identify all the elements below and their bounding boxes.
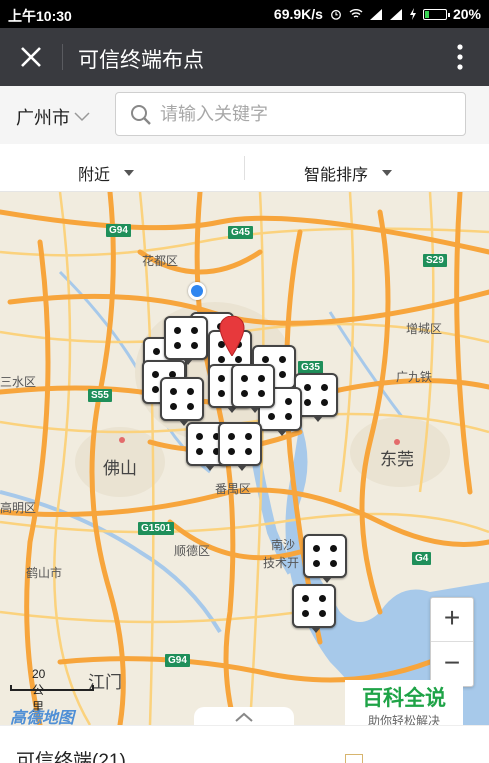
road-shield: G1501 bbox=[138, 522, 175, 535]
dropdown-triangle-icon bbox=[124, 170, 135, 176]
dropdown-triangle-icon bbox=[382, 170, 393, 176]
terminal-marker[interactable] bbox=[231, 364, 275, 413]
title-divider bbox=[62, 44, 63, 70]
map-label: 三水区 bbox=[0, 375, 37, 389]
chevron-up-icon bbox=[235, 712, 253, 722]
more-vertical-icon[interactable] bbox=[457, 44, 463, 70]
map-label: 南沙 bbox=[271, 538, 296, 552]
map-label: 技术开 bbox=[263, 556, 300, 570]
search-input[interactable] bbox=[160, 101, 450, 127]
page-title: 可信终端布点 bbox=[78, 49, 204, 72]
filter-divider bbox=[244, 156, 245, 180]
map-label: 东莞 bbox=[380, 450, 414, 469]
watermark-subtitle: 助你轻松解决 bbox=[367, 714, 440, 725]
terminal-list-title: 可信终端(21) bbox=[16, 751, 126, 763]
terminal-marker[interactable] bbox=[303, 534, 347, 583]
map-label: 广九铁 bbox=[396, 370, 433, 384]
search-row: 广州市 bbox=[0, 86, 489, 144]
terminal-marker[interactable] bbox=[164, 316, 208, 365]
close-icon[interactable] bbox=[18, 44, 44, 70]
status-right: 69.9K/s 20% bbox=[274, 6, 481, 22]
zoom-control: + − bbox=[430, 597, 474, 687]
map-label: 鹤山市 bbox=[26, 566, 63, 580]
terminal-marker[interactable] bbox=[292, 584, 336, 633]
watermark-title: 百科全说 bbox=[362, 687, 446, 710]
road-shield: G4 bbox=[412, 552, 432, 565]
status-time: 上午10:30 bbox=[8, 8, 72, 24]
map-label: 顺德区 bbox=[174, 544, 211, 558]
filter-sort-label: 智能排序 bbox=[304, 167, 369, 184]
watermark: 百科全说 助你轻松解决 bbox=[345, 680, 463, 725]
terminal-list-header[interactable]: 可信终端(21) bbox=[0, 725, 489, 763]
chevron-down-icon bbox=[74, 112, 90, 122]
filter-nearby[interactable]: 附近 bbox=[78, 161, 135, 185]
terminal-marker[interactable] bbox=[218, 422, 262, 471]
map-label: 番禺区 bbox=[215, 482, 252, 496]
map-label: 高明区 bbox=[0, 501, 37, 515]
list-icon bbox=[345, 754, 363, 763]
expand-list-button[interactable] bbox=[194, 707, 294, 725]
signal-icon bbox=[389, 9, 402, 20]
title-bar: 可信终端布点 bbox=[0, 28, 489, 86]
battery-icon bbox=[422, 8, 450, 20]
map-label: 佛山 bbox=[103, 459, 137, 478]
city-label: 广州市 bbox=[16, 108, 70, 128]
road-shield: G94 bbox=[165, 654, 190, 667]
map-provider-logo: 高德地图 bbox=[10, 710, 75, 725]
city-selector[interactable]: 广州市 bbox=[16, 104, 90, 130]
map-label: 花都区 bbox=[142, 254, 179, 268]
zoom-in-button[interactable]: + bbox=[431, 598, 473, 642]
search-icon bbox=[131, 105, 151, 125]
road-shield: S55 bbox=[88, 389, 112, 402]
scale-bar bbox=[10, 685, 94, 691]
search-box[interactable] bbox=[115, 92, 466, 136]
filter-nearby-label: 附近 bbox=[78, 167, 111, 184]
road-shield: S29 bbox=[423, 254, 447, 267]
terminal-marker[interactable] bbox=[160, 377, 204, 426]
charging-icon bbox=[409, 8, 416, 20]
road-shield: G45 bbox=[228, 226, 253, 239]
network-speed: 69.9K/s bbox=[273, 6, 323, 22]
filter-row: 附近 智能排序 bbox=[0, 144, 489, 192]
selected-location-pin-icon[interactable] bbox=[219, 316, 245, 356]
alarm-icon bbox=[331, 9, 341, 20]
filter-sort[interactable]: 智能排序 bbox=[304, 161, 393, 185]
map-view[interactable]: 花都区 增城区 三水区 广九铁 佛山 东莞 番禺区 高明区 顺德区 南沙 技术开… bbox=[0, 192, 489, 725]
map-label: 增城区 bbox=[406, 322, 443, 336]
signal-icon bbox=[369, 9, 382, 20]
app-root: 上午10:30 69.9K/s 20% 可信终端布点 广州市 请输入关键字 附近… bbox=[0, 0, 489, 763]
battery-percent: 20% bbox=[452, 6, 481, 22]
current-location-dot bbox=[188, 282, 206, 300]
wifi-icon bbox=[349, 9, 363, 18]
status-bar: 上午10:30 69.9K/s 20% bbox=[0, 0, 489, 28]
road-shield: G94 bbox=[106, 224, 131, 237]
